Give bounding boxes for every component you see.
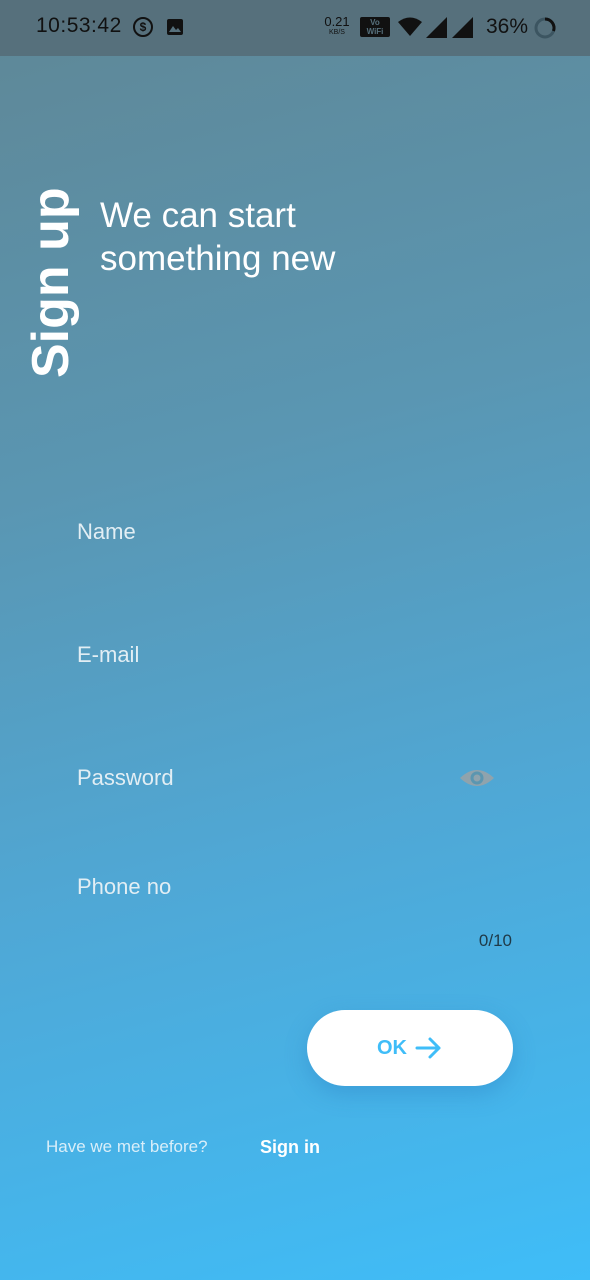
network-speed-value: 0.21 <box>324 14 350 29</box>
dollar-circle-icon: $ <box>133 17 153 37</box>
ok-button[interactable]: OK <box>307 1010 513 1086</box>
signal-icon <box>452 17 473 38</box>
password-input[interactable] <box>77 758 517 798</box>
name-input[interactable] <box>77 512 517 552</box>
sign-in-link[interactable]: Sign in <box>260 1137 320 1158</box>
network-speed-unit: KB/S <box>329 29 345 36</box>
network-speed: 0.21 KB/S <box>322 15 352 36</box>
signal-icon <box>426 17 447 38</box>
battery-percent: 36% <box>486 15 529 38</box>
page-title: Sign up <box>22 187 80 378</box>
name-field-wrapper <box>77 512 517 552</box>
eye-icon[interactable] <box>459 766 495 790</box>
ok-button-label: OK <box>377 1036 407 1059</box>
volte-wifi-icon: Vo WiFi <box>360 17 390 37</box>
met-before-text: Have we met before? <box>46 1137 208 1156</box>
volte-line2: WiFi <box>366 27 384 36</box>
tagline-line2: something new <box>100 239 336 278</box>
tagline-line1: We can start <box>100 196 296 235</box>
email-input[interactable] <box>77 635 517 675</box>
status-bar: 10:53:42 $ 0.21 KB/S Vo WiFi 36% <box>0 0 590 56</box>
phone-input[interactable] <box>77 867 517 907</box>
password-field-wrapper <box>77 758 517 798</box>
arrow-right-icon <box>415 1037 441 1059</box>
image-icon <box>167 19 183 35</box>
status-time: 10:53:42 <box>36 14 122 37</box>
phone-char-counter: 0/10 <box>478 931 512 950</box>
wifi-icon <box>398 17 422 36</box>
volte-line1: Vo <box>370 18 380 27</box>
phone-field-wrapper <box>77 867 517 907</box>
tagline: We can start something new <box>100 194 420 280</box>
email-field-wrapper <box>77 635 517 675</box>
battery-ring-icon <box>534 17 556 39</box>
